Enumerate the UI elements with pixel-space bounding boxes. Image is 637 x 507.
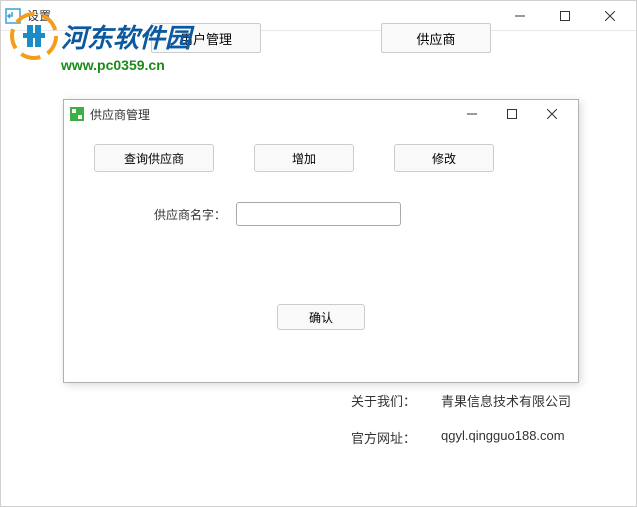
site-url: www.pc0359.cn [61,57,191,73]
supplier-name-input[interactable] [236,202,401,226]
window-controls [497,2,632,30]
info-section: 关于我们： 青果信息技术有限公司 官方网址： qgyl.qingguo188.c… [351,391,571,465]
supplier-dialog: 供应商管理 查询供应商 增加 修改 供应商名字： [63,99,579,383]
add-button[interactable]: 增加 [254,144,354,172]
dialog-titlebar: 供应商管理 [64,100,578,128]
site-name: 河东软件园 [61,18,191,55]
supplier-name-label: 供应商名字： [154,206,226,223]
edit-button[interactable]: 修改 [394,144,494,172]
dialog-title: 供应商管理 [90,106,452,123]
dialog-minimize-button[interactable] [452,101,492,127]
confirm-row: 确认 [84,304,558,330]
maximize-button[interactable] [542,2,587,30]
site-label: 官方网址： [351,428,441,447]
site-value: qgyl.qingguo188.com [441,428,565,447]
about-label: 关于我们： [351,391,441,410]
site-row: 官方网址： qgyl.qingguo188.com [351,428,571,447]
watermark-logo: 河东软件园 www.pc0359.cn [9,11,191,73]
outer-window: 设置 河东软件园 www.pc [0,0,637,507]
dialog-body: 查询供应商 增加 修改 供应商名字： 确认 [64,128,578,346]
about-row: 关于我们： 青果信息技术有限公司 [351,391,571,410]
dialog-controls [452,101,572,127]
dialog-close-button[interactable] [532,101,572,127]
site-logo-icon [9,11,59,61]
supplier-name-row: 供应商名字： [154,202,558,226]
supplier-button[interactable]: 供应商 [381,23,491,53]
query-supplier-button[interactable]: 查询供应商 [94,144,214,172]
minimize-button[interactable] [497,2,542,30]
dialog-icon [70,107,84,121]
close-button[interactable] [587,2,632,30]
dialog-maximize-button[interactable] [492,101,532,127]
dialog-toolbar: 查询供应商 增加 修改 [94,144,558,172]
confirm-button[interactable]: 确认 [277,304,365,330]
about-value: 青果信息技术有限公司 [441,391,571,410]
